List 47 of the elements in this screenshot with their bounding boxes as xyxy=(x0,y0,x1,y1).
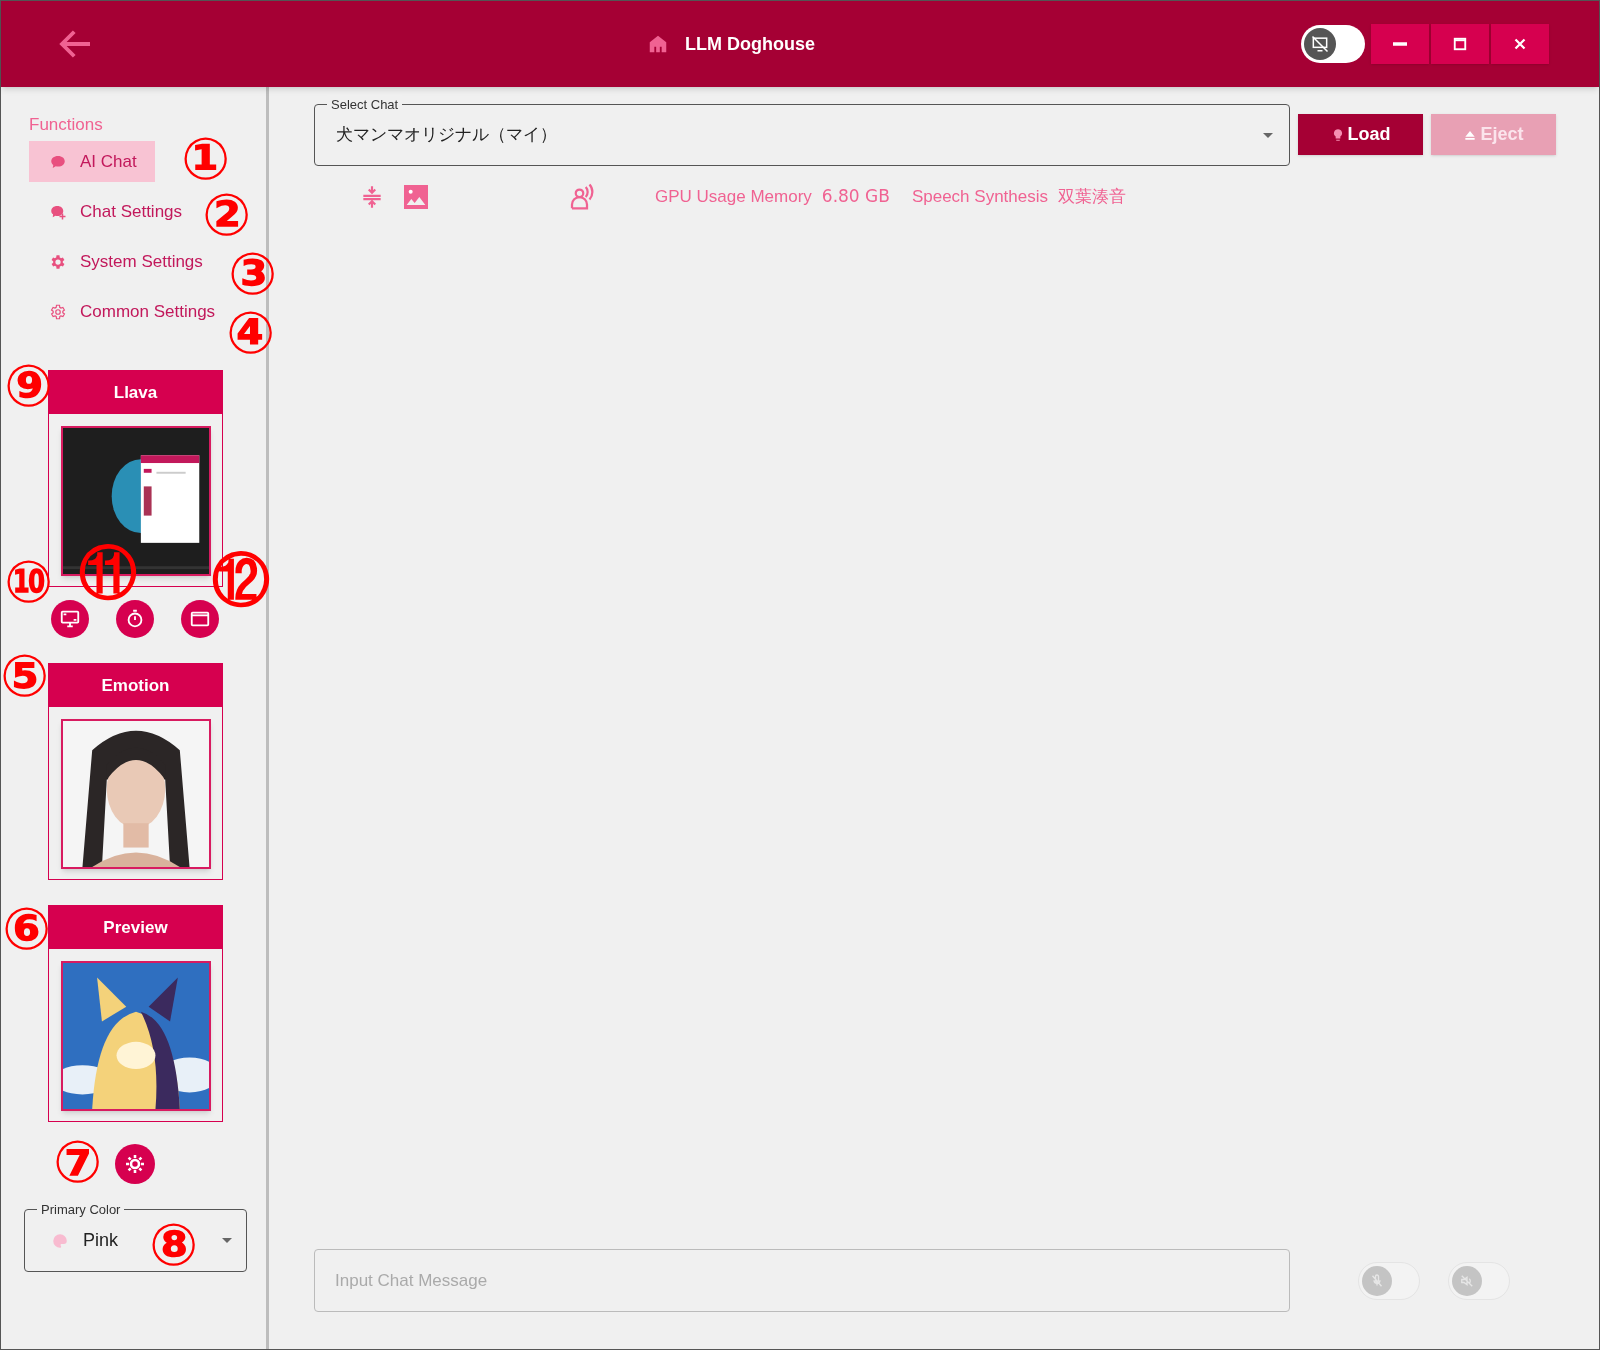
card-title: Llava xyxy=(49,371,222,414)
home-icon xyxy=(647,33,669,55)
status-label: GPU Usage Memory xyxy=(655,186,812,209)
annotation-number: ⑩ xyxy=(4,553,54,611)
maximize-icon xyxy=(1451,35,1469,53)
annotation-number: ③ xyxy=(228,245,278,303)
monitor-button[interactable] xyxy=(51,600,89,638)
annotation-number: ⑫ xyxy=(212,551,270,609)
annotation-number: ① xyxy=(181,130,231,188)
minimize-icon xyxy=(1393,42,1407,46)
card-title: Preview xyxy=(49,906,222,949)
mic-off-icon xyxy=(1362,1265,1392,1296)
status-label: Speech Synthesis xyxy=(911,186,1048,209)
annotation-number: ⑦ xyxy=(53,1133,103,1191)
status-value: 双葉湊音 xyxy=(1058,185,1126,209)
section-heading: Functions xyxy=(28,114,104,136)
theme-toggle[interactable] xyxy=(1301,25,1365,63)
monitor-icon xyxy=(59,608,81,630)
mic-toggle[interactable] xyxy=(1358,1261,1420,1300)
palette-icon xyxy=(51,1231,69,1250)
caret-icon xyxy=(222,1238,232,1243)
status-value: 6.80 GB xyxy=(821,185,890,209)
annotation-number: ④ xyxy=(226,304,276,362)
settings-icon xyxy=(49,302,67,321)
card-title: Emotion xyxy=(49,664,222,707)
message-input[interactable]: Input Chat Message xyxy=(314,1249,1290,1312)
caret-icon xyxy=(1263,133,1273,138)
nav-item[interactable]: Chat Settings xyxy=(29,191,201,232)
annotation-number: ⑤ xyxy=(0,647,50,705)
annotation-number: ⑥ xyxy=(2,900,52,958)
annotation-number: ⑪ xyxy=(79,544,137,602)
settings-button[interactable] xyxy=(115,1144,155,1184)
timer-button[interactable] xyxy=(116,600,154,638)
speaker-toggle[interactable] xyxy=(1448,1261,1510,1300)
settings-icon xyxy=(49,252,67,271)
minimize-button[interactable] xyxy=(1371,24,1429,64)
window-title: LLM Doghouse xyxy=(685,32,815,56)
nav-item[interactable]: AI Chat xyxy=(29,141,155,182)
speaker-off-icon xyxy=(1452,1265,1482,1296)
monitor-off-icon xyxy=(1304,28,1336,60)
maximize-button[interactable] xyxy=(1431,24,1489,64)
annotation-number: ② xyxy=(202,186,252,244)
settings-icon xyxy=(123,1152,147,1176)
close-button[interactable] xyxy=(1491,24,1549,64)
action-button[interactable]: Load xyxy=(1298,114,1423,155)
nav-item[interactable]: System Settings xyxy=(29,241,221,282)
annotation-number: ⑧ xyxy=(149,1216,199,1274)
